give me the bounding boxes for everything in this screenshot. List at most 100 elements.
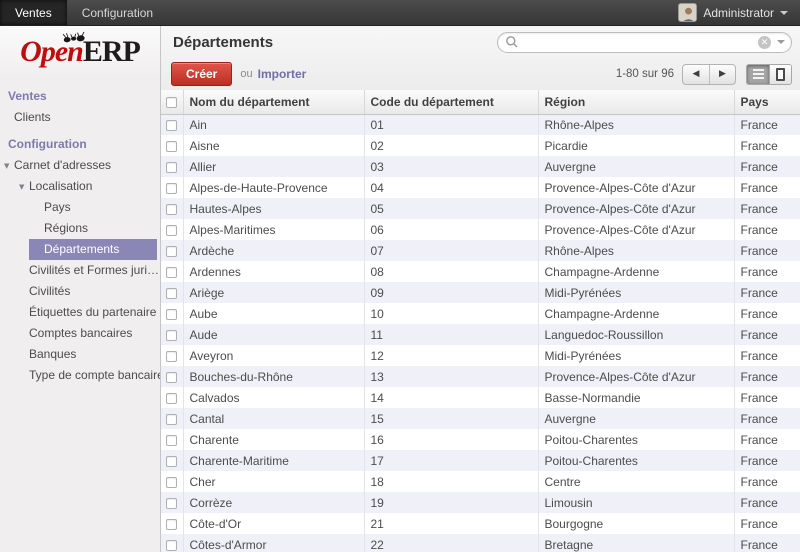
- row-checkbox[interactable]: [166, 162, 177, 173]
- search-box[interactable]: ✕: [497, 32, 792, 53]
- sidebar-item-localisation[interactable]: ▼Localisation: [0, 176, 160, 197]
- row-checkbox[interactable]: [166, 456, 177, 467]
- pager-next-button[interactable]: ▶: [709, 65, 735, 84]
- row-checkbox[interactable]: [166, 288, 177, 299]
- row-checkbox[interactable]: [166, 330, 177, 341]
- table-row[interactable]: Calvados14Basse-NormandieFrance: [161, 387, 800, 408]
- table-row[interactable]: Corrèze19LimousinFrance: [161, 492, 800, 513]
- sidebar-section-configuration[interactable]: Configuration: [0, 128, 160, 155]
- cell-code: 01: [364, 114, 538, 135]
- create-button[interactable]: Créer: [171, 62, 232, 86]
- select-all-checkbox[interactable]: [166, 97, 177, 108]
- table-row[interactable]: Aude11Languedoc-RoussillonFrance: [161, 324, 800, 345]
- row-checkbox[interactable]: [166, 267, 177, 278]
- table-row[interactable]: Aveyron12Midi-PyrénéesFrance: [161, 345, 800, 366]
- table-row[interactable]: Cantal15AuvergneFrance: [161, 408, 800, 429]
- row-checkbox[interactable]: [166, 477, 177, 488]
- column-header-pays[interactable]: Pays: [734, 90, 800, 114]
- cell-name: Allier: [183, 156, 364, 177]
- row-checkbox[interactable]: [166, 246, 177, 257]
- search-input[interactable]: [523, 34, 758, 51]
- column-header-nom-du-departement[interactable]: Nom du département: [183, 90, 364, 114]
- table-row[interactable]: Ardennes08Champagne-ArdenneFrance: [161, 261, 800, 282]
- sidebar-item-pays[interactable]: Pays: [0, 197, 160, 218]
- cell-name: Cher: [183, 471, 364, 492]
- row-checkbox[interactable]: [166, 225, 177, 236]
- sidebar-section-ventes[interactable]: Ventes: [0, 80, 160, 107]
- table-row[interactable]: Ain01Rhône-AlpesFrance: [161, 114, 800, 135]
- sidebar-item-regions[interactable]: Régions: [0, 218, 160, 239]
- table-row[interactable]: Côte-d'Or21BourgogneFrance: [161, 513, 800, 534]
- row-checkbox[interactable]: [166, 204, 177, 215]
- cell-region: Languedoc-Roussillon: [538, 324, 734, 345]
- row-checkbox[interactable]: [166, 393, 177, 404]
- sidebar-item-clients[interactable]: Clients: [0, 107, 160, 128]
- cell-region: Basse-Normandie: [538, 387, 734, 408]
- sidebar-item-label: Ventes: [8, 89, 47, 103]
- cell-code: 19: [364, 492, 538, 513]
- cell-code: 04: [364, 177, 538, 198]
- sidebar-item-carnet-d-adresses[interactable]: ▼Carnet d'adresses: [0, 155, 160, 176]
- row-checkbox[interactable]: [166, 120, 177, 131]
- sidebar-menu: Ventes ClientsConfiguration▼Carnet d'adre…: [0, 78, 160, 386]
- pager-previous-button[interactable]: ◀: [683, 65, 709, 84]
- list-view-button[interactable]: [747, 65, 769, 84]
- row-checkbox-cell: [161, 450, 183, 471]
- row-checkbox[interactable]: [166, 519, 177, 530]
- row-checkbox[interactable]: [166, 183, 177, 194]
- topbar-tab-configuration[interactable]: Configuration: [67, 0, 168, 25]
- row-checkbox-cell: [161, 219, 183, 240]
- cell-pays: France: [734, 198, 800, 219]
- table-row[interactable]: Aisne02PicardieFrance: [161, 135, 800, 156]
- row-checkbox[interactable]: [166, 141, 177, 152]
- table-row[interactable]: Ariège09Midi-PyrénéesFrance: [161, 282, 800, 303]
- table-row[interactable]: Alpes-Maritimes06Provence-Alpes-Côte d'A…: [161, 219, 800, 240]
- row-checkbox[interactable]: [166, 309, 177, 320]
- sidebar-item-civilites-et-formes-juri[interactable]: Civilités et Formes juri…: [0, 260, 160, 281]
- sidebar-item-banques[interactable]: Banques: [0, 344, 160, 365]
- table-row[interactable]: Côtes-d'Armor22BretagneFrance: [161, 534, 800, 552]
- openerp-logo[interactable]: OpenERP: [0, 26, 160, 78]
- row-checkbox[interactable]: [166, 540, 177, 551]
- sidebar-item-etiquettes-du-partenaire[interactable]: Étiquettes du partenaire: [0, 302, 160, 323]
- cell-region: Rhône-Alpes: [538, 114, 734, 135]
- view-switcher: [746, 64, 792, 85]
- table-row[interactable]: Ardèche07Rhône-AlpesFrance: [161, 240, 800, 261]
- top-menubar: Ventes Configuration Administrator: [0, 0, 800, 26]
- cell-pays: France: [734, 534, 800, 552]
- table-row[interactable]: Bouches-du-Rhône13Provence-Alpes-Côte d'…: [161, 366, 800, 387]
- sidebar-item-comptes-bancaires[interactable]: Comptes bancaires: [0, 323, 160, 344]
- cell-code: 07: [364, 240, 538, 261]
- table-row[interactable]: Charente-Maritime17Poitou-CharentesFranc…: [161, 450, 800, 471]
- clear-search-icon[interactable]: ✕: [758, 36, 771, 49]
- form-view-button[interactable]: [769, 65, 791, 84]
- list-view: Nom du départementCode du départementRég…: [161, 90, 800, 552]
- cell-pays: France: [734, 240, 800, 261]
- sidebar-item-departements[interactable]: Départements: [29, 239, 157, 260]
- row-checkbox[interactable]: [166, 414, 177, 425]
- row-checkbox[interactable]: [166, 498, 177, 509]
- sidebar-item-label: Pays: [44, 200, 71, 214]
- search-dropdown-caret-icon[interactable]: [777, 40, 785, 44]
- user-menu[interactable]: Administrator: [666, 0, 800, 25]
- import-link[interactable]: Importer: [258, 67, 307, 81]
- sidebar-item-type-de-compte-bancaire[interactable]: Type de compte bancaire: [0, 365, 160, 386]
- table-row[interactable]: Hautes-Alpes05Provence-Alpes-Côte d'Azur…: [161, 198, 800, 219]
- cell-code: 05: [364, 198, 538, 219]
- table-row[interactable]: Cher18CentreFrance: [161, 471, 800, 492]
- row-checkbox[interactable]: [166, 372, 177, 383]
- row-checkbox[interactable]: [166, 435, 177, 446]
- cell-region: Centre: [538, 471, 734, 492]
- topbar-tab-ventes[interactable]: Ventes: [0, 0, 67, 25]
- column-header-code-du-departement[interactable]: Code du département: [364, 90, 538, 114]
- column-header-region[interactable]: Région: [538, 90, 734, 114]
- table-row[interactable]: Charente16Poitou-CharentesFrance: [161, 429, 800, 450]
- table-row[interactable]: Aube10Champagne-ArdenneFrance: [161, 303, 800, 324]
- table-row[interactable]: Allier03AuvergneFrance: [161, 156, 800, 177]
- row-checkbox[interactable]: [166, 351, 177, 362]
- row-checkbox-cell: [161, 156, 183, 177]
- sidebar-item-civilites[interactable]: Civilités: [0, 281, 160, 302]
- table-row[interactable]: Alpes-de-Haute-Provence04Provence-Alpes-…: [161, 177, 800, 198]
- row-checkbox-cell: [161, 303, 183, 324]
- form-view-icon: [776, 68, 785, 81]
